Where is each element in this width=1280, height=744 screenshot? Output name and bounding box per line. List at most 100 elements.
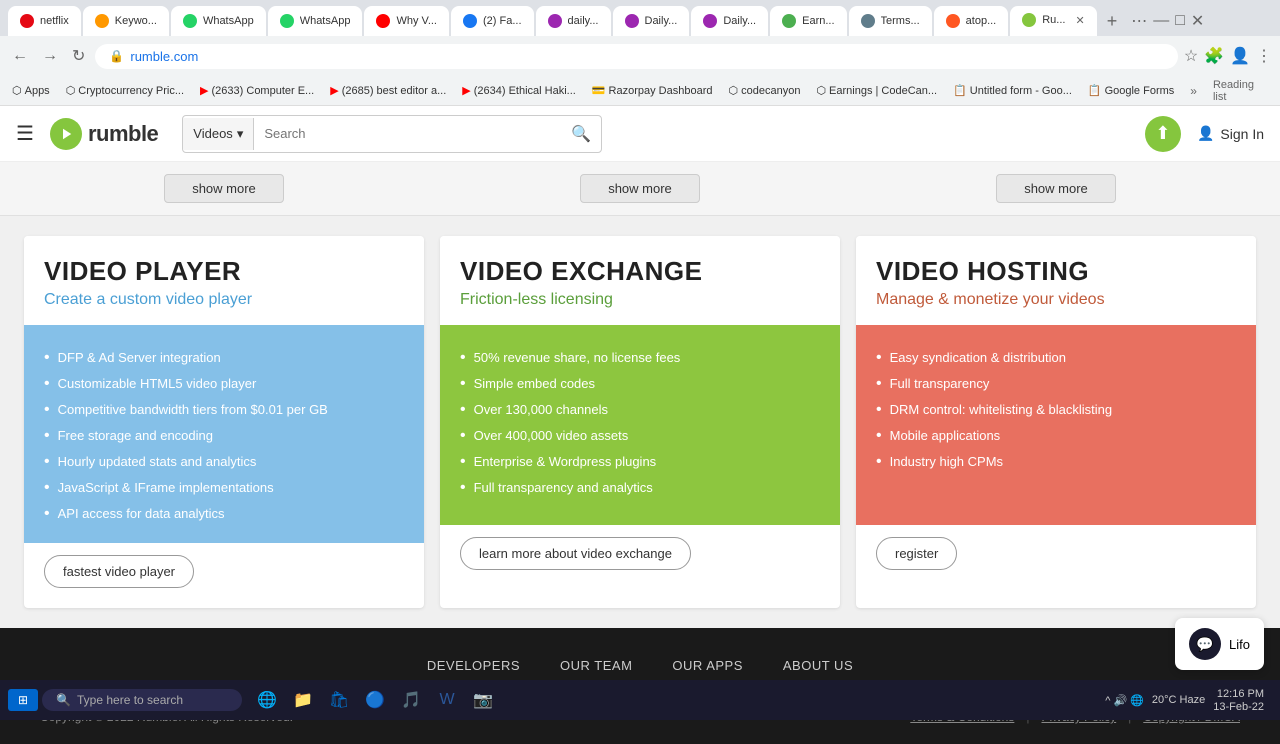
tab-netflix[interactable]: netflix [8, 6, 81, 36]
list-item: Full transparency and analytics [460, 475, 820, 501]
tab-close-icon[interactable]: ✕ [1075, 14, 1084, 27]
search-button[interactable]: 🔍 [561, 116, 601, 152]
tab-daily1[interactable]: daily... [536, 6, 611, 36]
codecanyon-icon: ⬡ [729, 84, 739, 97]
taskbar-store[interactable]: 🛍 [322, 683, 356, 717]
site-content: ☰ rumble Videos ▾ 🔍 ⬆ 👤 Sign In [0, 106, 1280, 744]
more-tabs-icon[interactable]: ⋯ [1131, 11, 1147, 31]
card-body-exchange: 50% revenue share, no license fees Simpl… [440, 325, 840, 525]
tab-rumble-active[interactable]: Ru... ✕ [1010, 6, 1096, 36]
profile-icon[interactable]: 👤 [1230, 46, 1250, 66]
search-category-label: Videos [193, 126, 233, 141]
tab-label: Terms... [881, 15, 920, 27]
taskbar-chrome[interactable]: 🔵 [358, 683, 392, 717]
footer-nav-developers[interactable]: DEVELOPERS [427, 658, 520, 673]
tab-label: daily... [568, 15, 599, 27]
back-button[interactable]: ← [8, 43, 32, 69]
tab-label: WhatsApp [300, 15, 351, 27]
bookmark-apps[interactable]: ⬡ Apps [8, 82, 54, 99]
maximize-icon[interactable]: □ [1175, 12, 1185, 30]
close-icon[interactable]: ✕ [1191, 11, 1204, 31]
bookmark-label: Apps [25, 85, 50, 97]
bookmark-earnings[interactable]: ⬡ Earnings | CodeCan... [812, 82, 941, 99]
card-subtitle-exchange: Friction-less licensing [460, 291, 820, 309]
show-more-btn-1[interactable]: show more [164, 174, 284, 203]
tab-why[interactable]: Why V... [364, 6, 449, 36]
bookmark-label: (2634) Ethical Haki... [474, 85, 576, 97]
taskbar-edge[interactable]: 🌐 [250, 683, 284, 717]
logo-area[interactable]: rumble [50, 118, 158, 150]
bookmark-icon[interactable]: ☆ [1184, 46, 1198, 66]
reading-list-button[interactable]: Reading list [1205, 77, 1272, 105]
video-hosting-cta-button[interactable]: register [876, 537, 957, 570]
bookmark-razorpay[interactable]: 💳 Razorpay Dashboard [588, 82, 717, 99]
tab-favicon [463, 14, 477, 28]
tab-favicon [548, 14, 562, 28]
show-more-btn-2[interactable]: show more [580, 174, 700, 203]
card-body-hosting: Easy syndication & distribution Full tra… [856, 325, 1256, 525]
bookmark-google-form[interactable]: 📋 Untitled form - Goo... [949, 82, 1076, 99]
menu-icon[interactable]: ☰ [16, 121, 34, 146]
refresh-button[interactable]: ↻ [68, 42, 89, 70]
bookmark-editor[interactable]: ▶ (2685) best editor a... [326, 82, 450, 99]
bookmark-crypto[interactable]: ⬡ Cryptocurrency Pric... [62, 82, 188, 99]
footer-nav-our-apps[interactable]: OUR APPS [672, 658, 742, 673]
tab-daily2[interactable]: Daily... [613, 6, 690, 36]
taskbar-app4[interactable]: 🎵 [394, 683, 428, 717]
address-bar[interactable]: 🔒 rumble.com [95, 44, 1177, 69]
taskbar-app6[interactable]: 📷 [466, 683, 500, 717]
list-item: Mobile applications [876, 423, 1236, 449]
video-player-cta-button[interactable]: fastest video player [44, 555, 194, 588]
windows-icon: ⊞ [18, 693, 28, 707]
extensions-icon[interactable]: 🧩 [1204, 46, 1224, 66]
date-label: 13-Feb-22 [1213, 701, 1264, 713]
tab-daily3[interactable]: Daily... [691, 6, 768, 36]
footer-nav-our-team[interactable]: OUR TEAM [560, 658, 632, 673]
lifo-icon: 💬 [1189, 628, 1221, 660]
tab-favicon [20, 14, 34, 28]
show-more-btn-3[interactable]: show more [996, 174, 1116, 203]
lifo-chat-widget[interactable]: 💬 Lifo [1175, 618, 1264, 670]
card-footer-hosting: register [856, 525, 1256, 590]
tab-terms[interactable]: Terms... [849, 6, 932, 36]
apps-icon: ⬡ [12, 84, 22, 97]
chevron-down-icon: ▾ [237, 126, 244, 142]
video-exchange-cta-button[interactable]: learn more about video exchange [460, 537, 691, 570]
tab-whatsapp2[interactable]: WhatsApp [268, 6, 363, 36]
address-text: rumble.com [130, 49, 198, 64]
minimize-icon[interactable]: — [1153, 12, 1169, 30]
tab-earn[interactable]: Earn... [770, 6, 846, 36]
taskbar-word[interactable]: W [430, 683, 464, 717]
search-input[interactable] [254, 118, 561, 149]
more-bookmarks[interactable]: » [1190, 84, 1197, 98]
list-item: DFP & Ad Server integration [44, 345, 404, 371]
tab-keywords[interactable]: Keywo... [83, 6, 169, 36]
new-tab-button[interactable]: + [1099, 11, 1126, 32]
address-bar-row: ← → ↻ 🔒 rumble.com ☆ 🧩 👤 ⋮ [0, 36, 1280, 76]
search-category-dropdown[interactable]: Videos ▾ [183, 118, 254, 150]
bookmark-label: Earnings | CodeCan... [829, 85, 937, 97]
tab-label: (2) Fa... [483, 15, 522, 27]
taskbar-search-box[interactable]: 🔍 Type here to search [42, 689, 242, 711]
start-button[interactable]: ⊞ [8, 689, 38, 711]
bookmark-google-forms[interactable]: 📋 Google Forms [1084, 82, 1178, 99]
taskbar-explorer[interactable]: 📁 [286, 683, 320, 717]
footer-nav-about-us[interactable]: ABOUT US [783, 658, 853, 673]
forward-button[interactable]: → [38, 43, 62, 69]
settings-icon[interactable]: ⋮ [1256, 46, 1272, 66]
upload-button[interactable]: ⬆ [1145, 116, 1181, 152]
search-icon: 🔍 [571, 126, 591, 143]
tab-label: WhatsApp [203, 15, 254, 27]
tab-atop[interactable]: atop... [934, 6, 1009, 36]
time-label: 12:16 PM [1217, 688, 1264, 700]
tab-favicon [1022, 13, 1036, 27]
list-item: Over 130,000 channels [460, 397, 820, 423]
bookmark-codecanyon[interactable]: ⬡ codecanyon [725, 82, 805, 99]
bookmark-computer[interactable]: ▶ (2633) Computer E... [196, 82, 318, 99]
tab-whatsapp1[interactable]: WhatsApp [171, 6, 266, 36]
video-hosting-card: VIDEO HOSTING Manage & monetize your vid… [856, 236, 1256, 608]
bookmark-hacking[interactable]: ▶ (2634) Ethical Haki... [458, 82, 580, 99]
tab-fb[interactable]: (2) Fa... [451, 6, 534, 36]
lifo-label: Lifo [1229, 637, 1250, 652]
sign-in-area[interactable]: 👤 Sign In [1197, 125, 1264, 142]
